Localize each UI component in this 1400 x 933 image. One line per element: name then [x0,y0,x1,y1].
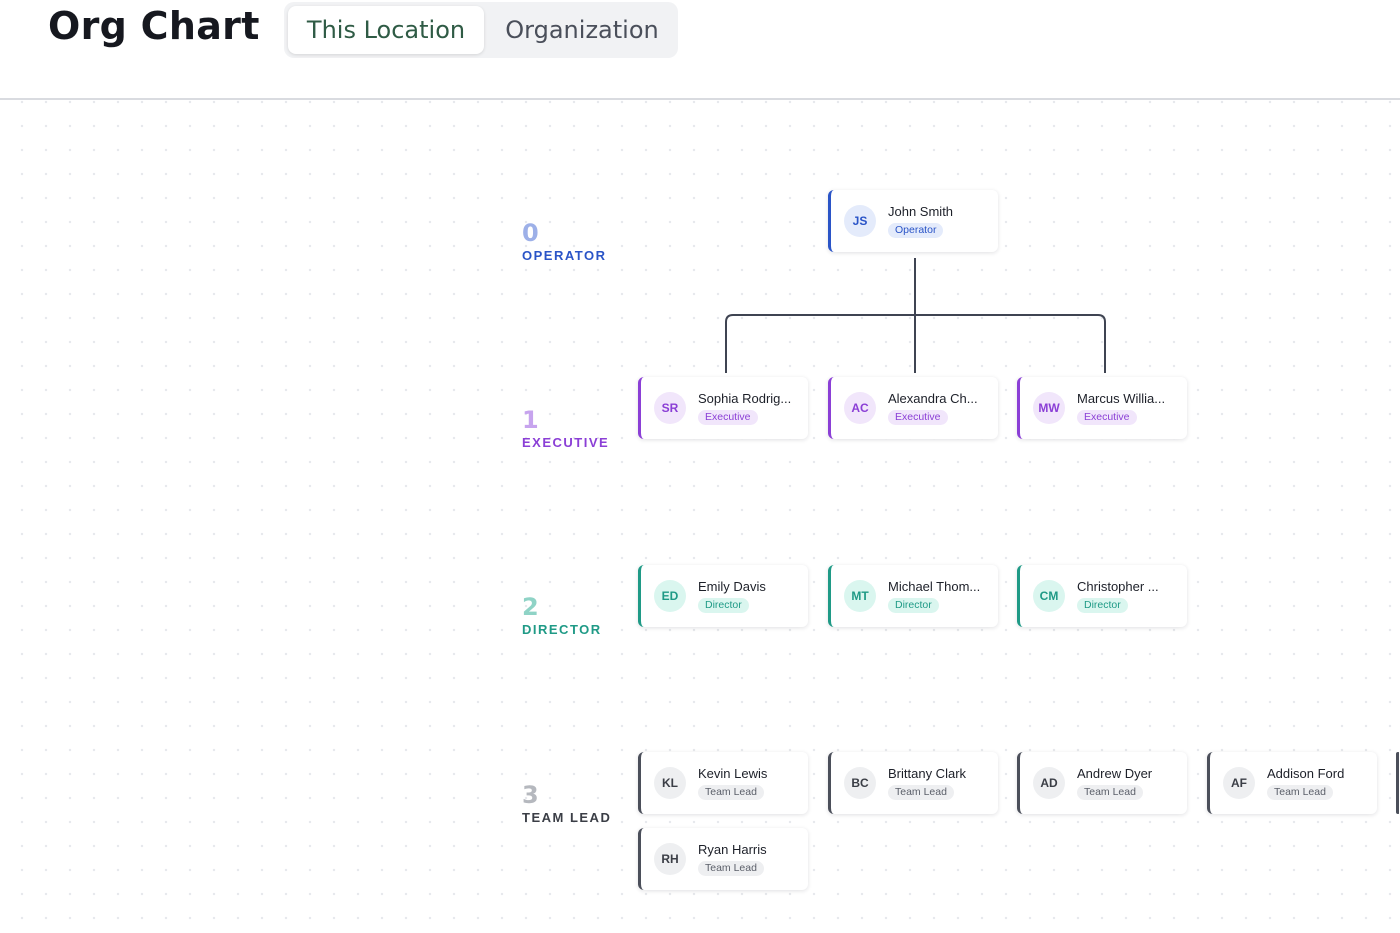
role-badge: Executive [888,410,948,425]
person-card-executive[interactable]: AC Alexandra Ch... Executive [828,377,998,439]
person-name: Kevin Lewis [698,766,768,781]
level-number: 0 [522,219,539,247]
person-name: Brittany Clark [888,766,967,781]
person-name: John Smith [888,204,954,219]
person-card-team-lead[interactable]: AF Addison Ford Team Lead [1207,752,1377,814]
avatar: SR [654,392,686,424]
role-badge: Team Lead [698,861,764,876]
person-card-director[interactable]: MT Michael Thom... Director [828,565,998,627]
person-card-team-lead[interactable]: KL Kevin Lewis Team Lead [638,752,808,814]
avatar: AF [1223,767,1255,799]
level-name: TEAM LEAD [522,810,612,825]
level-name: DIRECTOR [522,622,602,637]
level-number: 2 [522,593,539,621]
role-badge: Director [1077,598,1128,613]
level-label-1: 1 EXECUTIVE [522,407,609,450]
avatar: CM [1033,580,1065,612]
role-badge: Team Lead [698,785,764,800]
avatar: AD [1033,767,1065,799]
role-badge: Director [698,598,749,613]
person-card-team-lead[interactable]: BC Brittany Clark Team Lead [828,752,998,814]
person-card-executive[interactable]: MW Marcus Willia... Executive [1017,377,1187,439]
role-badge: Team Lead [888,785,954,800]
role-badge: Operator [888,223,944,238]
person-name: Emily Davis [698,579,766,594]
avatar: KL [654,767,686,799]
person-card-director[interactable]: CM Christopher ... Director [1017,565,1187,627]
avatar: JS [844,205,876,237]
avatar: BC [844,767,876,799]
role-badge: Executive [1077,410,1137,425]
avatar: MW [1033,392,1065,424]
person-card-operator[interactable]: JS John Smith Operator [828,190,998,252]
level-number: 1 [522,406,539,434]
level-label-0: 0 OPERATOR [522,220,606,263]
person-card-team-lead[interactable]: RH Ryan Harris Team Lead [638,828,808,890]
person-card-team-lead-clipped[interactable] [1396,752,1400,814]
avatar: RH [654,843,686,875]
person-card-executive[interactable]: SR Sophia Rodrig... Executive [638,377,808,439]
level-label-3: 3 TEAM LEAD [522,782,611,825]
person-name: Alexandra Ch... [888,391,978,406]
connector-right-branch [915,314,1106,373]
level-name: EXECUTIVE [522,435,610,450]
role-badge: Team Lead [1077,785,1143,800]
avatar: ED [654,580,686,612]
avatar: AC [844,392,876,424]
person-name: Andrew Dyer [1077,766,1153,781]
person-name: Addison Ford [1267,766,1345,781]
person-name: Ryan Harris [698,842,767,857]
role-badge: Executive [698,410,758,425]
role-badge: Director [888,598,939,613]
person-card-team-lead[interactable]: AD Andrew Dyer Team Lead [1017,752,1187,814]
avatar: MT [844,580,876,612]
connector-left-branch [725,314,915,373]
level-number: 3 [522,781,539,809]
level-label-2: 2 DIRECTOR [522,594,602,637]
person-name: Sophia Rodrig... [698,391,792,406]
person-name: Marcus Willia... [1077,391,1166,406]
person-card-director[interactable]: ED Emily Davis Director [638,565,808,627]
level-name: OPERATOR [522,248,607,263]
role-badge: Team Lead [1267,785,1333,800]
person-name: Christopher ... [1077,579,1159,594]
person-name: Michael Thom... [888,579,981,594]
